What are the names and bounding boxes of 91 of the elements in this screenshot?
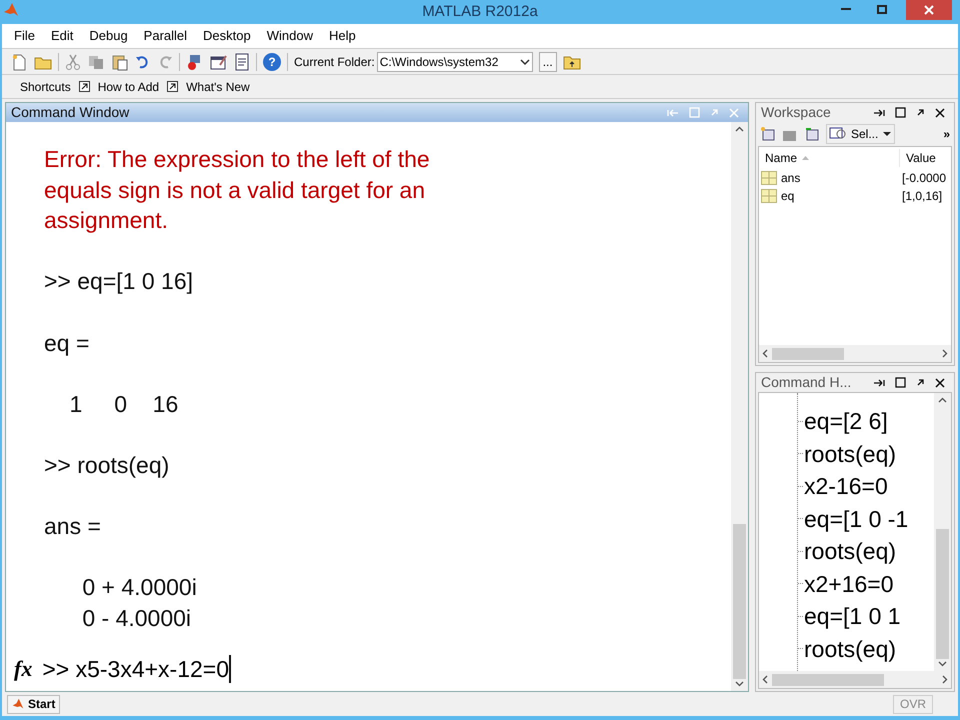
plot-magnifier-icon xyxy=(829,127,847,141)
error-message: Error: The expression to the left of the xyxy=(44,145,431,174)
overflow-button[interactable]: » xyxy=(943,128,950,140)
matlab-logo-icon xyxy=(12,698,24,710)
command-line: >> eq=[1 0 16] xyxy=(44,267,194,296)
close-icon[interactable] xyxy=(935,378,945,388)
output-line: ans = xyxy=(44,512,102,542)
close-icon xyxy=(924,5,934,15)
sort-arrow-icon xyxy=(801,155,810,161)
error-message: assignment. xyxy=(44,206,170,236)
matrix-icon xyxy=(761,189,777,203)
pop-out-arrow-icon[interactable] xyxy=(916,378,925,387)
start-button[interactable]: Start xyxy=(7,694,60,714)
menu-item[interactable]: Desktop xyxy=(195,26,259,46)
close-icon[interactable] xyxy=(935,108,945,118)
scroll-up-icon[interactable] xyxy=(938,397,947,403)
panel-title: Command H... xyxy=(761,373,852,392)
variable-name[interactable]: ans xyxy=(781,169,800,187)
menu-item[interactable]: Help xyxy=(320,26,364,46)
current-folder-label: Current Folder: xyxy=(294,54,375,70)
menu-item[interactable]: Edit xyxy=(42,26,82,46)
shortcut-icon xyxy=(167,81,178,92)
scroll-thumb[interactable] xyxy=(772,674,884,686)
name-column-header[interactable]: Name xyxy=(759,149,899,167)
window-edit-icon[interactable] xyxy=(210,52,228,70)
dock-arrow-icon[interactable] xyxy=(873,378,885,388)
history-entry[interactable]: eq=[1 0 1 xyxy=(804,599,901,634)
import-icon[interactable] xyxy=(804,126,820,142)
new-file-icon[interactable] xyxy=(10,52,28,70)
shortcut-icon xyxy=(78,81,90,92)
command-input[interactable]: >> x5-3x4+x-12=0 xyxy=(42,654,232,682)
error-message: equals sign is not a valid target for an xyxy=(44,176,426,205)
scroll-thumb[interactable] xyxy=(772,348,844,360)
new-variable-icon[interactable] xyxy=(760,126,776,142)
panel-title: Command Window xyxy=(11,103,130,122)
scroll-down-icon[interactable] xyxy=(938,661,947,667)
matlab-logo-icon xyxy=(3,2,19,18)
help-button[interactable]: ? xyxy=(263,52,281,70)
current-folder-dropdown[interactable]: C:\Windows\system32 xyxy=(376,52,533,72)
menu-item[interactable]: Parallel xyxy=(136,26,196,46)
variable-name[interactable]: eq xyxy=(781,187,794,205)
caret-icon xyxy=(882,131,892,137)
output-line: 0 + 4.0000i xyxy=(81,573,198,602)
history-entry[interactable]: x2-16=0 xyxy=(804,469,888,504)
paste-icon[interactable] xyxy=(111,52,129,70)
scroll-left-icon[interactable] xyxy=(762,675,768,684)
dock-arrow-icon[interactable] xyxy=(873,108,885,118)
variable-value: [1,0,16] xyxy=(901,188,942,205)
history-entry[interactable]: roots(eq) xyxy=(804,436,896,471)
scroll-thumb[interactable] xyxy=(733,524,746,679)
history-entry[interactable]: eq=[2 6] xyxy=(804,404,888,438)
output-line: 1 0 16 xyxy=(68,390,180,419)
scroll-right-icon[interactable] xyxy=(942,675,948,684)
horizontal-scrollbar[interactable] xyxy=(759,671,951,688)
horizontal-scrollbar[interactable] xyxy=(759,345,951,362)
scroll-thumb[interactable] xyxy=(936,529,949,659)
maximize-icon[interactable] xyxy=(895,107,906,118)
command-line: >> roots(eq) xyxy=(44,450,170,480)
function-browser-icon[interactable]: fx xyxy=(14,652,32,685)
overwrite-indicator: OVR xyxy=(892,694,933,714)
close-button[interactable] xyxy=(906,0,952,20)
document-icon[interactable] xyxy=(234,52,250,70)
shortcut-link[interactable]: How to Add xyxy=(98,78,160,96)
panel-title: Workspace xyxy=(761,103,831,122)
matrix-icon xyxy=(761,171,777,185)
menu-item[interactable]: Window xyxy=(258,26,321,46)
vertical-scrollbar[interactable] xyxy=(731,122,748,691)
window-title: MATLAB R2012a xyxy=(422,2,538,22)
caret-icon xyxy=(520,58,530,66)
history-entry[interactable]: roots(eq) xyxy=(804,632,896,666)
value-column-header[interactable]: Value xyxy=(899,149,936,167)
output-line: 0 - 4.0000i xyxy=(81,604,192,633)
output-line: eq = xyxy=(44,328,90,358)
history-entry[interactable]: eq=[1 0 -1 xyxy=(804,502,908,536)
scroll-up-icon[interactable] xyxy=(735,126,744,132)
history-entry[interactable]: roots(eq) xyxy=(804,534,896,568)
scroll-down-icon[interactable] xyxy=(735,681,744,687)
vertical-scrollbar[interactable] xyxy=(934,393,951,671)
scroll-right-icon[interactable] xyxy=(942,349,948,358)
history-entry[interactable]: x2+16=0 xyxy=(804,566,894,601)
scroll-left-icon[interactable] xyxy=(762,349,768,358)
shortcuts-label: Shortcuts xyxy=(20,78,71,96)
select-plot-dropdown[interactable]: Sel... xyxy=(826,124,896,144)
shortcut-link[interactable]: What's New xyxy=(186,78,250,96)
folder-up-icon[interactable] xyxy=(562,54,581,70)
variable-value: [-0.0000 xyxy=(901,170,946,187)
browse-button[interactable]: ... xyxy=(538,52,557,72)
maximize-icon[interactable] xyxy=(895,377,906,388)
menu-item[interactable]: File xyxy=(6,26,43,46)
menu-item[interactable]: Debug xyxy=(81,26,136,46)
pop-out-arrow-icon[interactable] xyxy=(916,108,925,117)
